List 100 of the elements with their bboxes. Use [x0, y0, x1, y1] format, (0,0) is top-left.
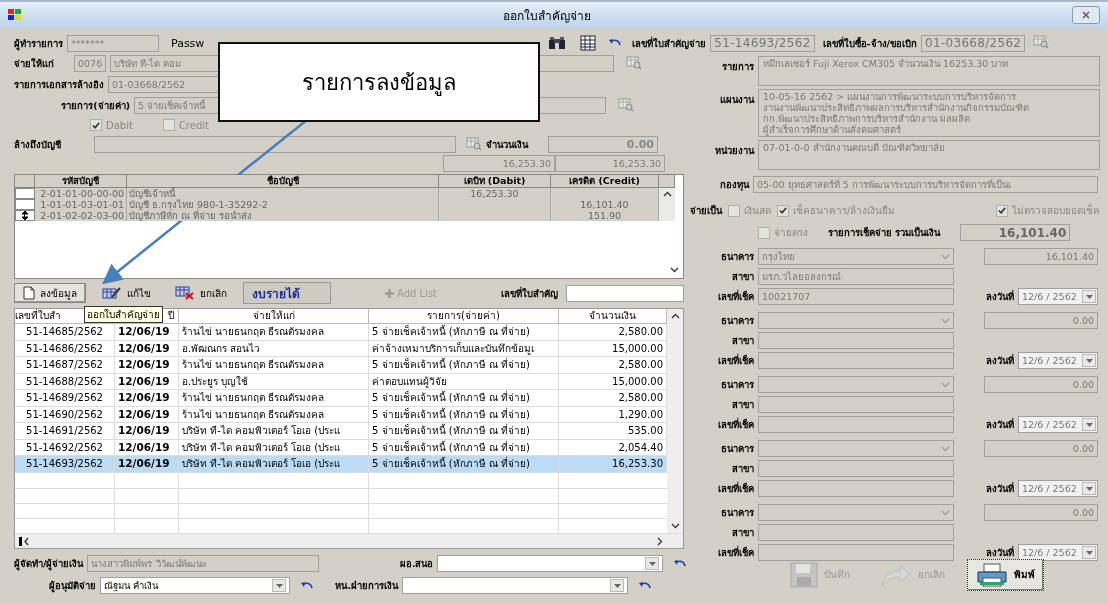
approver-dropdown[interactable]: ณัฐมน คำเงิน [100, 577, 290, 594]
table-cell[interactable]: บริษัท ที-ได คอมพิวเตอร์ โอเอ (ประเเ [179, 456, 369, 473]
cheque-number-field[interactable] [758, 416, 954, 433]
voucher-search-field[interactable] [566, 284, 684, 302]
branch-field[interactable] [758, 524, 954, 541]
scroll-right-icon[interactable] [657, 536, 663, 546]
caret-icon [1085, 486, 1093, 491]
scroll-left-icon[interactable] [19, 536, 29, 546]
table-cell[interactable]: ค่าตอบแทนผู้วิจัย [369, 373, 559, 390]
action-button[interactable]: พิมพ์ [967, 558, 1044, 591]
table-cell[interactable]: 12/06/19 [115, 390, 179, 407]
table-cell: บัญชีภาษีหัก ณ ที่จ่าย รอนำส่ง [127, 210, 439, 221]
table-cell[interactable]: ร้านไข่ นายธนกฤต ธีรณตัรมงคล [179, 390, 369, 407]
table-cell[interactable]: 12/06/19 [115, 373, 179, 390]
table-cell[interactable]: 51-14689/2562 [15, 390, 115, 407]
toolbar-button[interactable]: ยกเลิก [167, 283, 235, 303]
branch-field[interactable] [758, 396, 954, 413]
dropdown-button[interactable] [610, 579, 624, 592]
scroll-down-icon[interactable] [670, 523, 680, 529]
date-picker[interactable]: 12/6 / 2562 [1018, 480, 1098, 497]
date-picker[interactable]: 12/6 / 2562 [1018, 416, 1098, 433]
table-search-icon[interactable] [1033, 35, 1050, 49]
table-cell[interactable]: อ.พัฒณกร สอนไว [179, 340, 369, 357]
field-label: หน่วยงาน [714, 144, 754, 158]
table-cell[interactable]: 5 จ่ายเช็คเจ้าหนี้ (หักภาษี ณ ที่จ่าย) [369, 456, 559, 473]
table-cell[interactable]: ร้านไข่ นายธนกฤต ธีรณตัรมงคล [179, 357, 369, 374]
undo-icon[interactable] [608, 37, 623, 47]
cheque-number-field[interactable] [758, 544, 954, 561]
table-cell[interactable]: บริษัท ที-ได คอมพิวเตอร์ โอเอ (ประเเ [179, 423, 369, 440]
dropdown-button[interactable] [1082, 290, 1096, 303]
table-cell[interactable]: 51-14686/2562 [15, 340, 115, 357]
table-cell[interactable]: 12/06/19 [115, 456, 179, 473]
table-cell[interactable]: 5 จ่ายเช็คเจ้าหนี้ (หักภาษี ณ ที่จ่าย) [369, 423, 559, 440]
table-search-icon[interactable] [618, 97, 634, 112]
scroll-up-icon[interactable] [670, 313, 680, 319]
table-cell[interactable]: 51-14687/2562 [15, 357, 115, 374]
date-picker[interactable]: 12/6 / 2562 [1018, 352, 1098, 369]
caret-icon [613, 583, 621, 588]
account-field[interactable] [94, 136, 456, 153]
table-cell[interactable]: 12/06/19 [115, 340, 179, 357]
cheque-number-field[interactable] [758, 352, 954, 369]
table-cell[interactable]: ร้านไข่ นายธนกฤต ธีรณตัรมงคล [179, 406, 369, 423]
grid-icon[interactable] [580, 35, 597, 51]
table-cell[interactable]: 12/06/19 [115, 357, 179, 374]
field-label: ผู้จัดทำ/ผู้จ่ายเงิน [14, 557, 84, 571]
binoculars-icon[interactable] [548, 36, 567, 50]
document-icon [23, 286, 35, 300]
table-cell[interactable]: 5 จ่ายเช็คเจ้าหนี้ (หักภาษี ณ ที่จ่าย) [369, 357, 559, 374]
dropdown-button[interactable] [1082, 482, 1096, 495]
column-header: รายการ(จ่ายค่า) [369, 309, 559, 324]
dropdown-button[interactable] [272, 579, 286, 592]
cheque-number-field[interactable] [758, 480, 954, 497]
director-dropdown[interactable] [437, 555, 664, 572]
field-label: เลขที่เช็ค [717, 289, 754, 304]
budget-field: งบรายได้ [243, 282, 331, 304]
row-marker[interactable] [15, 188, 35, 199]
dropdown-button[interactable] [1082, 354, 1096, 367]
table-cell[interactable]: 12/06/19 [115, 324, 179, 341]
table-cell[interactable]: 12/06/19 [115, 406, 179, 423]
undo-icon[interactable] [638, 579, 652, 590]
table-cell[interactable]: 16,253.30 [559, 456, 667, 473]
dropdown-button[interactable] [1082, 418, 1096, 431]
table-cell[interactable]: 5 จ่ายเช็คเจ้าหนี้ (หักภาษี ณ ที่จ่าย) [369, 390, 559, 407]
table-cell[interactable]: 5 จ่ายเช็คเจ้าหนี้ (หักภาษี ณ ที่จ่าย) [369, 406, 559, 423]
dropdown-button[interactable] [645, 557, 660, 570]
toolbar-button[interactable]: แก้ไข [94, 283, 159, 303]
scroll-up-icon[interactable] [662, 191, 672, 197]
table-cell[interactable]: 5 จ่ายเช็คเจ้าหนี้ (หักภาษี ณ ที่จ่าย) [369, 324, 559, 341]
undo-icon[interactable] [673, 557, 688, 568]
table-cell[interactable]: ร้านไข่ นายธนกฤต ธีรณตัรมงคล [179, 324, 369, 341]
check-icon [997, 205, 1007, 216]
finance-head-dropdown[interactable] [402, 577, 628, 594]
field-label: ธนาคาร [720, 378, 754, 392]
table-cell: 2-01-02-02-03-00 [35, 210, 127, 221]
row-marker[interactable] [15, 210, 35, 221]
caret-icon [649, 561, 656, 566]
table-cell[interactable]: ค่าจ้างเหมาบริการเก็บและบันทึกข้อมูเ [369, 340, 559, 357]
scroll-down-icon[interactable] [670, 267, 679, 273]
branch-field[interactable] [758, 332, 954, 349]
field-label: ธนาคาร [720, 314, 754, 328]
table-cell[interactable]: 51-14691/2562 [15, 423, 115, 440]
dropdown-button[interactable] [1082, 546, 1096, 559]
table-cell[interactable]: 12/06/19 [115, 423, 179, 440]
date-picker[interactable]: 12/6 / 2562 [1018, 544, 1098, 561]
field-label: ธนาคาร [720, 250, 754, 264]
field-label: ผู้ทำรายการ [14, 36, 63, 51]
table-cell[interactable]: 51-14685/2562 [15, 324, 115, 341]
table-search-icon[interactable] [466, 136, 482, 151]
table-cell[interactable]: อ.ประยูร บุญใช้ [179, 373, 369, 390]
toolbar-button[interactable]: ลงข้อมูล [14, 283, 86, 303]
table-cell[interactable]: 51-14693/2562 [15, 456, 115, 473]
table-search-icon[interactable] [626, 55, 642, 70]
branch-field[interactable] [758, 460, 954, 477]
table-cell[interactable]: 51-14690/2562 [15, 406, 115, 423]
row-marker[interactable] [15, 199, 35, 210]
undo-icon[interactable] [300, 579, 314, 590]
table-cell[interactable]: 51-14688/2562 [15, 373, 115, 390]
close-button[interactable] [1072, 6, 1100, 24]
date-picker[interactable]: 12/6 / 2562 [1018, 288, 1098, 305]
table-cell: 16,101.40 [551, 199, 659, 210]
